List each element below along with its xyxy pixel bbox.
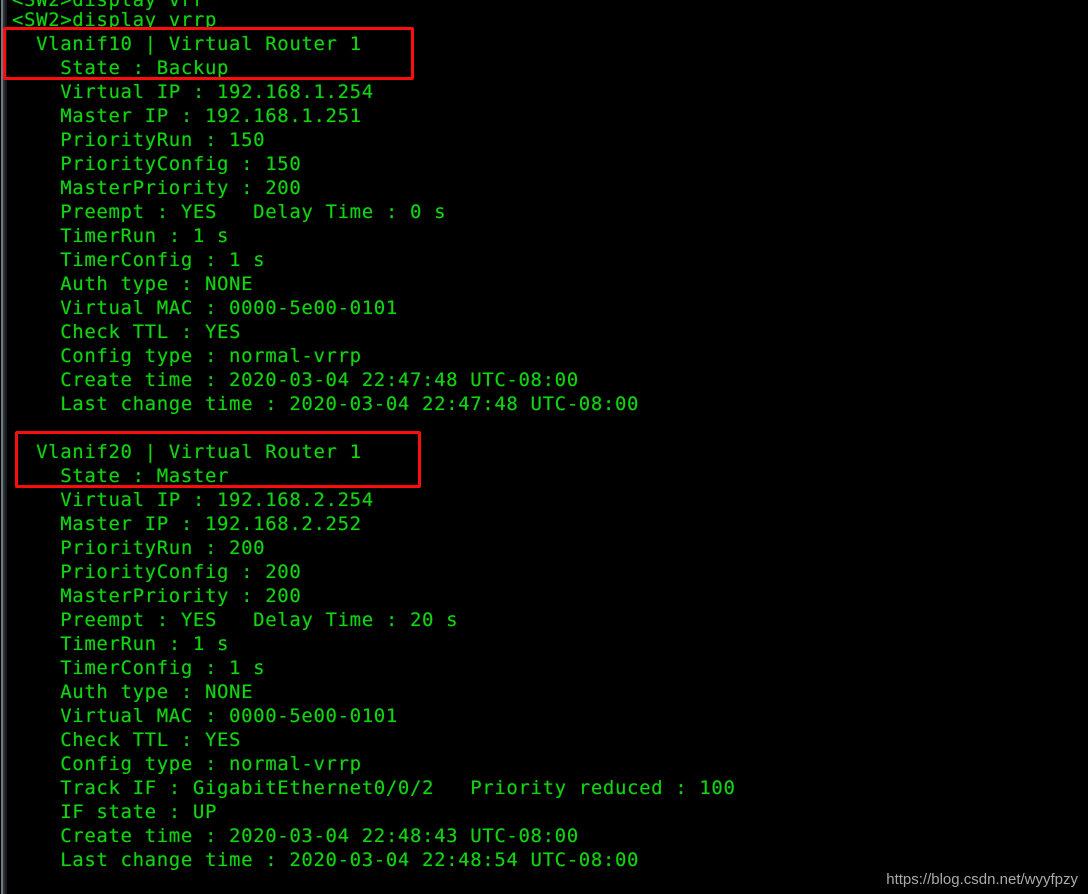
- terminal-line: Master IP : 192.168.1.251: [12, 105, 362, 127]
- terminal-console-output[interactable]: <SW2>display vrr <SW2>display vrrp Vlanif…: [0, 0, 1088, 894]
- terminal-line: Virtual IP : 192.168.2.254: [12, 489, 374, 511]
- terminal-line: Virtual MAC : 0000-5e00-0101: [12, 705, 398, 727]
- terminal-line: Check TTL : YES: [12, 729, 242, 751]
- terminal-line: Auth type : NONE: [12, 273, 254, 295]
- terminal-line: Last change time : 2020-03-04 22:48:54 U…: [12, 849, 640, 871]
- terminal-line: IF state : UP: [12, 801, 218, 823]
- terminal-window: <SW2>display vrr <SW2>display vrrp Vlanif…: [0, 0, 1088, 894]
- terminal-line: TimerConfig : 1 s: [12, 657, 266, 679]
- terminal-line: State : Master: [12, 465, 230, 487]
- terminal-line: <SW2>display vrrp: [12, 9, 218, 31]
- terminal-line: Preempt : YES Delay Time : 0 s: [12, 201, 447, 223]
- terminal-line: Check TTL : YES: [12, 321, 242, 343]
- terminal-line: Vlanif20 | Virtual Router 1: [12, 441, 362, 463]
- terminal-line: MasterPriority : 200: [12, 177, 302, 199]
- terminal-line: Last change time : 2020-03-04 22:47:48 U…: [12, 393, 640, 415]
- terminal-line: PriorityConfig : 200: [12, 561, 302, 583]
- terminal-line: TimerConfig : 1 s: [12, 249, 266, 271]
- terminal-line: Vlanif10 | Virtual Router 1: [12, 33, 362, 55]
- watermark-text: https://blog.csdn.net/wyyfpzy: [886, 871, 1078, 888]
- terminal-line: PriorityRun : 150: [12, 129, 266, 151]
- terminal-line: Virtual IP : 192.168.1.254: [12, 81, 374, 103]
- terminal-line: Config type : normal-vrrp: [12, 345, 362, 367]
- terminal-line: Preempt : YES Delay Time : 20 s: [12, 609, 459, 631]
- terminal-line: PriorityConfig : 150: [12, 153, 302, 175]
- terminal-line: Virtual MAC : 0000-5e00-0101: [12, 297, 398, 319]
- terminal-line: State : Backup: [12, 57, 230, 79]
- terminal-line: TimerRun : 1 s: [12, 633, 230, 655]
- terminal-line: Config type : normal-vrrp: [12, 753, 362, 775]
- terminal-line: Create time : 2020-03-04 22:48:43 UTC-08…: [12, 825, 579, 847]
- terminal-line: Create time : 2020-03-04 22:47:48 UTC-08…: [12, 369, 579, 391]
- terminal-line: PriorityRun : 200: [12, 537, 266, 559]
- terminal-line: Auth type : NONE: [12, 681, 254, 703]
- terminal-line: MasterPriority : 200: [12, 585, 302, 607]
- terminal-line: Track IF : GigabitEthernet0/0/2 Priority…: [12, 777, 736, 799]
- terminal-line: Master IP : 192.168.2.252: [12, 513, 362, 535]
- terminal-line: TimerRun : 1 s: [12, 225, 230, 247]
